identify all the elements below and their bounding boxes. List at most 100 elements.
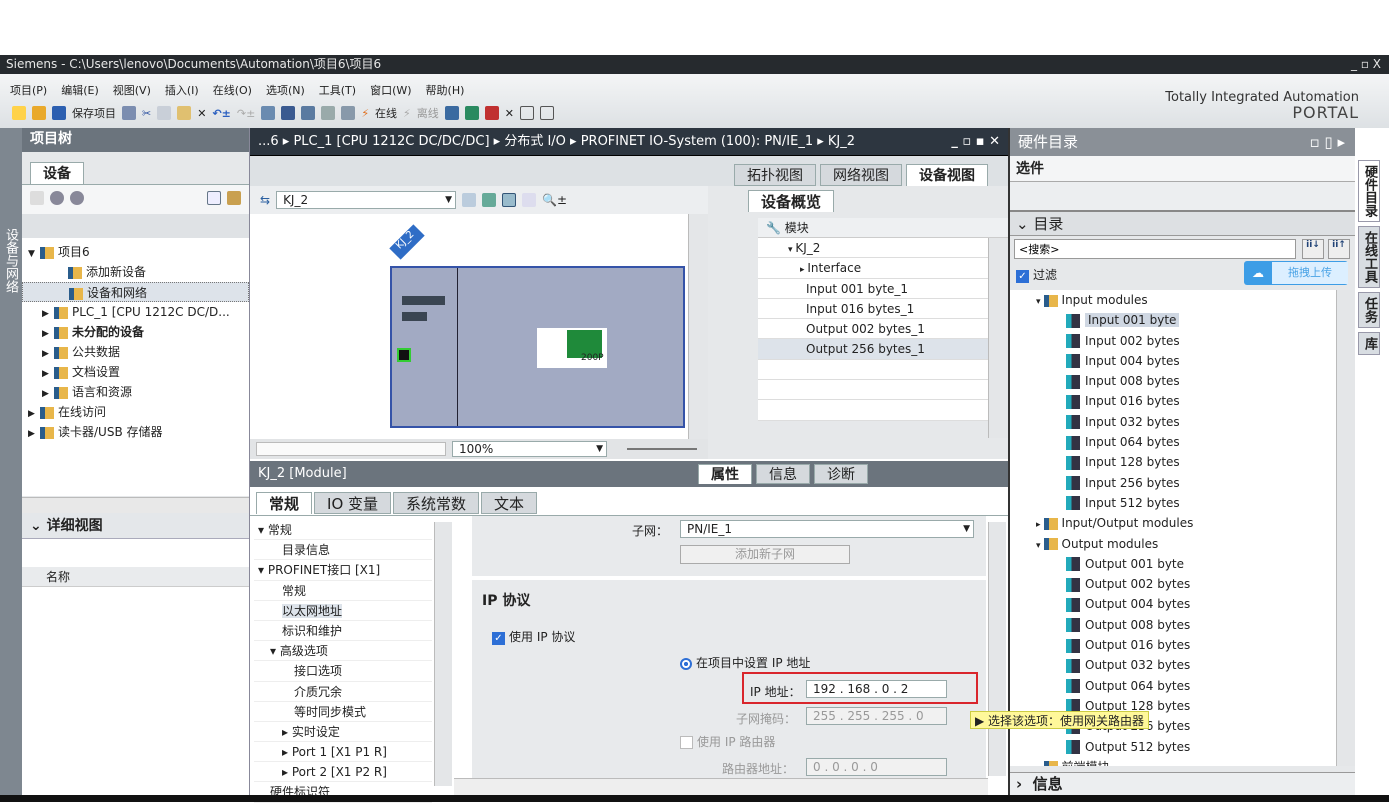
- options-section[interactable]: 选件: [1010, 156, 1355, 182]
- router-address-field[interactable]: 0 . 0 . 0 . 0: [806, 758, 947, 776]
- save-icon[interactable]: [52, 106, 66, 120]
- expand-arrow-icon[interactable]: ▸: [1036, 764, 1041, 766]
- inspector-nav-item[interactable]: ▸ Port 2 [X1 P2 R]: [254, 762, 432, 783]
- inspector-nav-item[interactable]: ▸ 实时设定: [254, 722, 432, 743]
- right-tab-1[interactable]: 在线工具: [1358, 226, 1380, 288]
- overview-row[interactable]: ▸ Interface: [758, 258, 988, 279]
- tree-item[interactable]: ▼ 项目6: [22, 242, 249, 262]
- tree-item[interactable]: ▶ 在线访问: [22, 402, 249, 422]
- tab-view-1[interactable]: 网络视图: [820, 164, 902, 186]
- canvas-hscrollbar[interactable]: [256, 442, 446, 456]
- inspector-nav-item[interactable]: 等时同步模式: [254, 702, 432, 722]
- inspector-nav-item[interactable]: 接口选项: [254, 661, 432, 682]
- catalog-item[interactable]: Output 002 bytes: [1010, 574, 1336, 594]
- catalog-item[interactable]: Input 002 bytes: [1010, 331, 1336, 351]
- menu-item[interactable]: 窗口(W): [370, 82, 411, 98]
- detail-view-header[interactable]: ⌄ 详细视图: [22, 513, 249, 539]
- catalog-folder[interactable]: ▾ Input modules: [1010, 290, 1336, 310]
- search-up-button[interactable]: ii↑: [1328, 239, 1350, 259]
- catalog-item[interactable]: Output 008 bytes: [1010, 615, 1336, 635]
- expand-arrow-icon[interactable]: ▸: [1036, 520, 1041, 530]
- cross-reference-icon[interactable]: ✕: [505, 107, 514, 120]
- new-icon[interactable]: [30, 191, 44, 205]
- tab-inspector-0[interactable]: 属性: [698, 464, 752, 484]
- grid-icon[interactable]: [522, 193, 537, 207]
- expand-arrow-icon[interactable]: ▶: [42, 324, 54, 344]
- filter-checkbox[interactable]: ✓ 过滤: [1016, 266, 1057, 283]
- inspector-hscrollbar[interactable]: [454, 778, 988, 796]
- menu-item[interactable]: 工具(T): [319, 82, 356, 98]
- tab-view-0[interactable]: 拓扑视图: [734, 164, 816, 186]
- catalog-vscrollbar[interactable]: [1336, 290, 1355, 766]
- show-module-icon[interactable]: [462, 193, 477, 207]
- overview-row[interactable]: ▾ KJ_2: [758, 238, 988, 259]
- show-labels-icon[interactable]: [482, 193, 497, 207]
- tab-inspector-1[interactable]: 信息: [756, 464, 810, 484]
- new-project-icon[interactable]: [12, 106, 26, 120]
- expand-arrow-icon[interactable]: ▾: [1036, 541, 1041, 551]
- profinet-port-icon[interactable]: [397, 348, 411, 362]
- tree-item[interactable]: ▶ 语言和资源: [22, 382, 249, 402]
- catalog-item[interactable]: Output 512 bytes: [1010, 737, 1336, 757]
- open-project-icon[interactable]: [32, 106, 46, 120]
- show-page-break-icon[interactable]: [502, 193, 517, 207]
- forward-icon[interactable]: [70, 191, 84, 205]
- menu-item[interactable]: 编辑(E): [61, 82, 99, 98]
- undo-icon[interactable]: ↶±: [212, 107, 230, 120]
- catalog-item[interactable]: Input 256 bytes: [1010, 473, 1336, 493]
- cut-icon[interactable]: ✂: [142, 107, 151, 120]
- catalog-search-input[interactable]: [1014, 239, 1296, 259]
- upload-icon[interactable]: [301, 106, 316, 120]
- tree-item[interactable]: 添加新设备: [22, 262, 249, 282]
- back-icon[interactable]: [50, 191, 64, 205]
- overview-icon[interactable]: [207, 191, 221, 205]
- tab-devices[interactable]: 设备: [30, 162, 84, 184]
- redo-icon[interactable]: ↷±: [237, 107, 255, 120]
- overview-header[interactable]: 🔧 模块: [758, 218, 1008, 238]
- catalog-item[interactable]: Input 008 bytes: [1010, 371, 1336, 391]
- expand-arrow-icon[interactable]: ▶: [42, 344, 54, 364]
- tree-hscrollbar[interactable]: [22, 497, 249, 513]
- inspector-nav-item[interactable]: 目录信息: [254, 540, 432, 561]
- go-offline-icon[interactable]: ⚡: [403, 107, 411, 120]
- catalog-item[interactable]: Input 001 byte: [1010, 310, 1336, 330]
- tab-inspector-sub-1[interactable]: IO 变量: [314, 492, 392, 514]
- save-project-button[interactable]: 保存项目: [72, 105, 116, 121]
- menu-item[interactable]: 帮助(H): [426, 82, 465, 98]
- window-controls[interactable]: _ ▫ X: [1351, 55, 1381, 74]
- editor-window-controls[interactable]: _ ▫ ▪ ✕: [951, 128, 1000, 156]
- catalog-item[interactable]: Output 001 byte: [1010, 554, 1336, 574]
- compile-icon[interactable]: [261, 106, 276, 120]
- split-horizontal-icon[interactable]: [520, 106, 534, 120]
- catalog-folder[interactable]: ▾ Output modules: [1010, 534, 1336, 554]
- catalog-item[interactable]: Input 128 bytes: [1010, 452, 1336, 472]
- inspector-nav-item[interactable]: ▾ 高级选项: [254, 641, 432, 662]
- expand-arrow-icon[interactable]: ▶: [28, 424, 40, 444]
- search-down-button[interactable]: ii↓: [1302, 239, 1324, 259]
- catalog-item[interactable]: Input 004 bytes: [1010, 351, 1336, 371]
- ip-address-field[interactable]: 192 . 168 . 0 . 2: [806, 680, 947, 698]
- tree-item[interactable]: ▶ 文档设置: [22, 362, 249, 382]
- menu-item[interactable]: 视图(V): [113, 82, 151, 98]
- subnet-mask-field[interactable]: 255 . 255 . 255 . 0: [806, 707, 947, 725]
- device-rack[interactable]: 200P: [390, 266, 685, 428]
- tree-item[interactable]: ▶ PLC_1 [CPU 1212C DC/D...: [22, 302, 249, 322]
- paste-icon[interactable]: [177, 106, 192, 120]
- overview-row[interactable]: Input 001 byte_1: [758, 279, 988, 299]
- right-tab-3[interactable]: 库: [1358, 332, 1380, 355]
- delete-icon[interactable]: ✕: [197, 107, 206, 120]
- overview-vscrollbar[interactable]: [988, 238, 1008, 438]
- right-tab-2[interactable]: 任务: [1358, 292, 1380, 328]
- subnet-select[interactable]: PN/IE_1 ▼: [680, 520, 974, 538]
- catalog-item[interactable]: Output 004 bytes: [1010, 594, 1336, 614]
- overview-row[interactable]: Input 016 bytes_1: [758, 299, 988, 320]
- zoom-slider[interactable]: [627, 448, 697, 450]
- copy-icon[interactable]: [157, 106, 172, 120]
- tree-item[interactable]: ▶ 读卡器/USB 存储器: [22, 422, 249, 442]
- menu-item[interactable]: 项目(P): [10, 82, 47, 98]
- menu-item[interactable]: 选项(N): [266, 82, 305, 98]
- inspector-nav-item[interactable]: 介质冗余: [254, 682, 432, 702]
- breadcrumb[interactable]: ...6 ▸ PLC_1 [CPU 1212C DC/DC/DC] ▸ 分布式 …: [258, 134, 855, 149]
- info-section-header[interactable]: › 信息: [1010, 772, 1355, 795]
- tab-device-overview[interactable]: 设备概览: [748, 190, 835, 212]
